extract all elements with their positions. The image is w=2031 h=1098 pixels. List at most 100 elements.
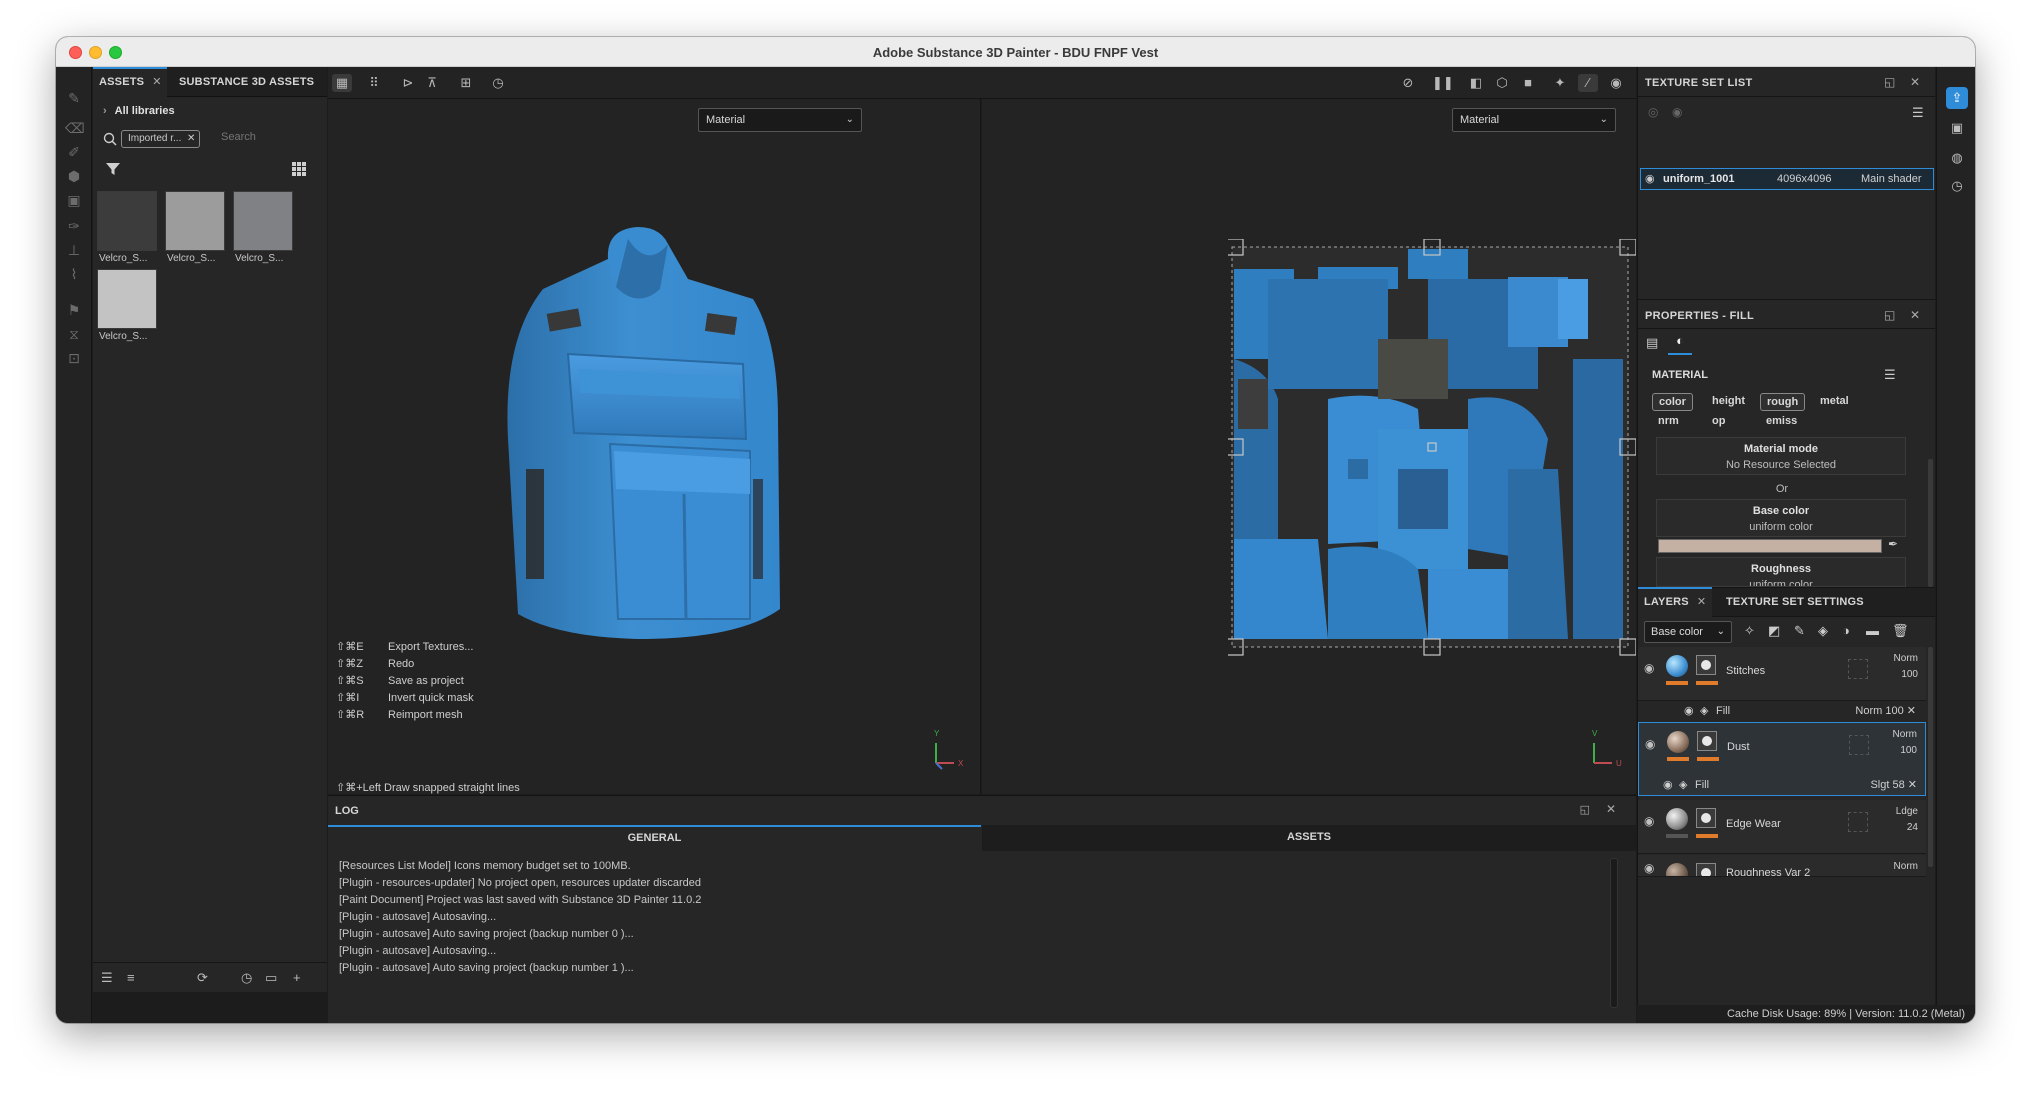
tab-layers[interactable]: LAYERS ✕ — [1638, 587, 1713, 617]
tab-general[interactable]: GENERAL — [328, 825, 981, 851]
mask-thumbnail[interactable] — [1696, 808, 1716, 828]
channel-height-button[interactable]: height — [1706, 393, 1751, 411]
search-input[interactable] — [221, 131, 311, 143]
vest-model[interactable] — [488, 219, 808, 639]
menu-icon[interactable]: ☰ — [1912, 105, 1924, 121]
library-tree-item[interactable]: › All libraries — [103, 105, 175, 117]
layer-row-selected[interactable]: ◉ Dust Norm 100 ◉ ◈ Fill Slgt 58 ✕ — [1638, 722, 1926, 796]
channel-op-button[interactable]: op — [1706, 413, 1731, 431]
close-icon[interactable]: ✕ — [187, 131, 195, 147]
light-icon[interactable]: ✦ — [1550, 74, 1570, 92]
symmetry-icon[interactable]: ⊳ — [398, 74, 418, 92]
channel-emiss-button[interactable]: emiss — [1760, 413, 1803, 431]
material-mode-slot[interactable]: Material mode No Resource Selected — [1656, 437, 1906, 475]
tab-substance-3d-assets[interactable]: SUBSTANCE 3D ASSETS — [173, 67, 320, 97]
eye-icon[interactable]: ◉ — [1644, 814, 1654, 828]
cube-icon[interactable]: ⬡ — [1492, 74, 1512, 92]
properties-tab-settings-icon[interactable]: ▤ — [1646, 335, 1658, 351]
folder-icon[interactable]: ▭ — [265, 970, 277, 986]
mask-thumbnail[interactable] — [1696, 863, 1716, 876]
paint-layer-icon[interactable]: ✎ — [1794, 623, 1805, 639]
texture-set-row[interactable]: ◉ uniform_1001 4096x4096 Main shader — [1640, 168, 1934, 190]
list-view-icon[interactable]: ☰ — [101, 970, 113, 986]
effect-row[interactable]: ◉ ◈ Fill Slgt 58 ✕ — [1639, 775, 1927, 795]
asset-thumbnail[interactable]: Velcro_S... — [233, 191, 293, 267]
history-icon[interactable]: ◷ — [241, 970, 252, 986]
close-icon[interactable]: ✕ — [1910, 75, 1920, 89]
uv-layout[interactable] — [1228, 239, 1636, 679]
eye-icon[interactable]: ◉ — [1663, 775, 1673, 795]
viewport-3d[interactable]: Material ⌄ ⇧⌘E Export Textures... ⇧⌘Z Re… — [328, 99, 981, 794]
viewport-mode-dropdown[interactable]: Material ⌄ — [698, 108, 862, 132]
channel-select[interactable]: Base color ⌄ — [1644, 621, 1732, 643]
export-icon[interactable]: ⇪ — [1946, 87, 1968, 109]
effect-blend[interactable]: Norm 100 ✕ — [1855, 701, 1916, 721]
effect-icon[interactable]: ◑ — [1842, 623, 1850, 638]
align-icon[interactable]: ⊼ — [422, 74, 442, 92]
channel-color-button[interactable]: color — [1652, 393, 1693, 411]
filter-icon[interactable] — [105, 161, 121, 177]
eye-icon[interactable]: ◉ — [1645, 169, 1655, 189]
magic-wand-icon[interactable]: ✧ — [1744, 623, 1755, 639]
layers-scrollbar[interactable] — [1928, 647, 1933, 867]
close-icon[interactable]: ✕ — [1910, 308, 1920, 322]
mask-thumbnail[interactable] — [1696, 655, 1716, 675]
filter-chip[interactable]: Imported r... ✕ — [121, 130, 201, 148]
eye-icon[interactable]: ◉ — [1644, 661, 1654, 675]
eye-icon[interactable]: ◉ — [1645, 737, 1655, 751]
tab-assets[interactable]: ASSETS ✕ — [93, 67, 167, 97]
log-scrollbar[interactable] — [1610, 858, 1618, 1008]
asset-thumbnail[interactable]: Velcro_S... — [97, 269, 157, 345]
blend-control[interactable]: Norm — [1894, 859, 1918, 875]
display-settings-icon[interactable]: ▣ — [1946, 117, 1968, 139]
asset-thumbnail[interactable]: Velcro_S... — [97, 191, 157, 267]
smart-mask-icon[interactable]: ◩ — [1768, 623, 1780, 639]
camera-icon[interactable]: ■ — [1518, 74, 1538, 92]
eye-icon[interactable]: ◉ — [1684, 701, 1694, 721]
tab-assets-log[interactable]: ASSETS — [982, 825, 1636, 851]
paint-brush-icon[interactable]: ✎ — [65, 89, 83, 107]
grid-icon[interactable]: ⠿ — [364, 74, 384, 92]
close-icon[interactable]: ✕ — [1697, 596, 1706, 608]
roughness-slot[interactable]: Roughness uniform color — [1656, 557, 1906, 587]
pause-icon[interactable]: ❚❚ — [1432, 74, 1454, 92]
clone-stamp-icon[interactable]: ⊥ — [65, 241, 83, 259]
fill-layer-icon[interactable]: ◈ — [1818, 623, 1828, 639]
blend-control[interactable]: Ldge 24 — [1896, 804, 1918, 836]
properties-scrollbar[interactable] — [1928, 459, 1933, 587]
eye-icon[interactable]: ◉ — [1672, 105, 1682, 119]
blend-control[interactable]: Norm 100 — [1894, 651, 1918, 683]
asset-thumbnail[interactable]: Velcro_S... — [165, 191, 225, 267]
undock-icon[interactable]: ◱ — [1884, 75, 1895, 89]
effect-blend[interactable]: Slgt 58 ✕ — [1870, 775, 1917, 795]
base-color-swatch[interactable] — [1658, 539, 1882, 553]
hidden-eye-icon[interactable]: ◎ — [1648, 105, 1658, 119]
grid-view-icon[interactable] — [291, 161, 307, 177]
material-picker-icon[interactable]: ⚑ — [65, 301, 83, 319]
hide-icon[interactable]: ⊘ — [1398, 74, 1418, 92]
undock-icon[interactable]: ◱ — [1884, 308, 1895, 322]
mask-thumbnail[interactable] — [1697, 731, 1717, 751]
add-icon[interactable]: + — [293, 970, 301, 985]
eraser-icon[interactable]: ⌫ — [65, 119, 85, 137]
blend-control[interactable]: Norm 100 — [1893, 727, 1917, 759]
refresh-icon[interactable]: ⟳ — [197, 970, 208, 986]
list-detail-icon[interactable]: ≡ — [127, 970, 135, 985]
close-icon[interactable]: ✕ — [152, 76, 161, 88]
viewport-mode-dropdown[interactable]: Material ⌄ — [1452, 108, 1616, 132]
viewport-2d[interactable]: Material ⌄ V U — [982, 99, 1636, 794]
layer-row[interactable]: ◉ Stitches Norm 100 — [1638, 647, 1926, 701]
geometry-mask-icon[interactable]: ⬢ — [65, 167, 83, 185]
channel-rough-button[interactable]: rough — [1760, 393, 1806, 411]
history-icon[interactable]: ◷ — [1946, 175, 1968, 197]
base-color-slot[interactable]: Base color uniform color — [1656, 499, 1906, 537]
layer-row[interactable]: ◉ Roughness Var 2 Norm — [1638, 855, 1926, 877]
screenshot-icon[interactable]: ◉ — [1606, 74, 1626, 92]
channel-metal-button[interactable]: metal — [1814, 393, 1855, 411]
close-icon[interactable]: ✕ — [1606, 802, 1616, 816]
eye-icon[interactable]: ◉ — [1644, 861, 1654, 875]
frame-icon[interactable]: ⊞ — [456, 74, 476, 92]
folder-icon[interactable]: ▬ — [1866, 623, 1879, 638]
channel-nrm-button[interactable]: nrm — [1652, 413, 1685, 431]
properties-tab-material-icon[interactable]: ◐ — [1668, 333, 1692, 355]
